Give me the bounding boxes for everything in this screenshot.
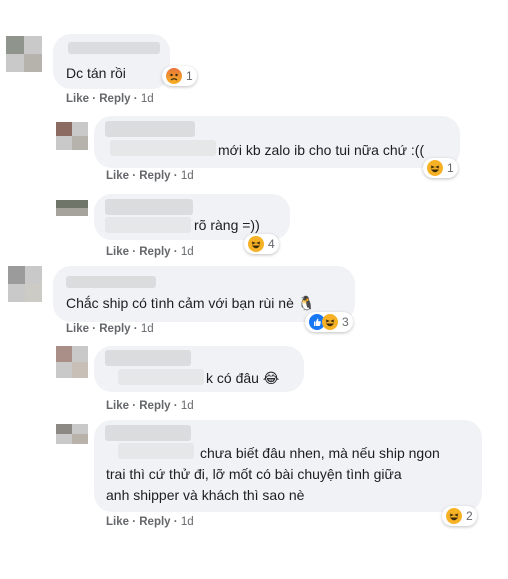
avatar[interactable] bbox=[56, 122, 88, 150]
angry-icon bbox=[166, 68, 182, 84]
like-link[interactable]: Like bbox=[106, 246, 129, 258]
comment-actions: Like · Reply · 1d bbox=[66, 323, 154, 335]
like-link[interactable]: Like bbox=[106, 400, 129, 412]
author-name[interactable] bbox=[68, 42, 160, 54]
reply-link[interactable]: Reply bbox=[99, 93, 130, 105]
comment-text: k có đâu 😂 bbox=[206, 370, 280, 386]
haha-icon bbox=[446, 508, 462, 524]
avatar[interactable] bbox=[56, 200, 88, 216]
comment-text-line-1: chưa biết đâu nhen, mà nếu ship ngon bbox=[200, 445, 440, 461]
like-link[interactable]: Like bbox=[106, 170, 129, 182]
comment-text: Dc tán rồi bbox=[66, 65, 126, 81]
timestamp[interactable]: 1d bbox=[181, 516, 194, 528]
author-name[interactable] bbox=[105, 425, 191, 441]
reaction-count: 1 bbox=[186, 69, 193, 83]
avatar[interactable] bbox=[6, 36, 42, 72]
like-link[interactable]: Like bbox=[106, 516, 129, 528]
reaction-summary[interactable]: 3 bbox=[305, 312, 353, 332]
reaction-summary[interactable]: 1 bbox=[423, 158, 458, 178]
reaction-summary[interactable]: 4 bbox=[244, 234, 279, 254]
author-name[interactable] bbox=[66, 276, 156, 288]
timestamp[interactable]: 1d bbox=[181, 170, 194, 182]
reply-link[interactable]: Reply bbox=[139, 516, 170, 528]
reply-link[interactable]: Reply bbox=[99, 323, 130, 335]
reply-link[interactable]: Reply bbox=[139, 246, 170, 258]
reaction-count: 3 bbox=[342, 315, 349, 329]
reaction-summary[interactable]: 1 bbox=[162, 66, 197, 86]
author-name-tail bbox=[105, 217, 191, 233]
comment-text: Chắc ship có tình cảm với bạn rùi nè 🐧 bbox=[66, 295, 316, 311]
reaction-count: 1 bbox=[447, 161, 454, 175]
author-name[interactable] bbox=[105, 199, 193, 215]
author-name-tail bbox=[118, 369, 204, 385]
author-name-tail bbox=[118, 443, 194, 459]
haha-icon bbox=[322, 314, 338, 330]
author-name-tail bbox=[110, 140, 216, 156]
timestamp[interactable]: 1d bbox=[141, 323, 154, 335]
like-link[interactable]: Like bbox=[66, 323, 89, 335]
timestamp[interactable]: 1d bbox=[181, 400, 194, 412]
reaction-count: 2 bbox=[466, 509, 473, 523]
comment-actions: Like · Reply · 1d bbox=[106, 516, 194, 528]
haha-icon bbox=[248, 236, 264, 252]
avatar[interactable] bbox=[8, 266, 42, 302]
comment-text: rõ ràng =)) bbox=[194, 217, 260, 233]
reaction-count: 4 bbox=[268, 237, 275, 251]
timestamp[interactable]: 1d bbox=[141, 93, 154, 105]
comment-actions: Like · Reply · 1d bbox=[106, 400, 194, 412]
reaction-summary[interactable]: 2 bbox=[442, 506, 477, 526]
reply-link[interactable]: Reply bbox=[139, 400, 170, 412]
reply-link[interactable]: Reply bbox=[139, 170, 170, 182]
comment-actions: Like · Reply · 1d bbox=[66, 93, 154, 105]
timestamp[interactable]: 1d bbox=[181, 246, 194, 258]
comment-text-line-3: anh shipper và khách thì sao nè bbox=[106, 487, 305, 503]
author-name[interactable] bbox=[105, 121, 195, 137]
comment-actions: Like · Reply · 1d bbox=[106, 246, 194, 258]
reaction-icons bbox=[309, 314, 338, 330]
comment-text: mới kb zalo ib cho tui nữa chứ :(( bbox=[218, 142, 425, 158]
comment-text-line-2: trai thì cứ thử đi, lỡ mốt có bài chuyện… bbox=[106, 466, 402, 482]
comment-actions: Like · Reply · 1d bbox=[106, 170, 194, 182]
haha-icon bbox=[427, 160, 443, 176]
avatar[interactable] bbox=[56, 424, 88, 444]
avatar[interactable] bbox=[56, 346, 88, 378]
like-link[interactable]: Like bbox=[66, 93, 89, 105]
author-name[interactable] bbox=[105, 350, 191, 366]
